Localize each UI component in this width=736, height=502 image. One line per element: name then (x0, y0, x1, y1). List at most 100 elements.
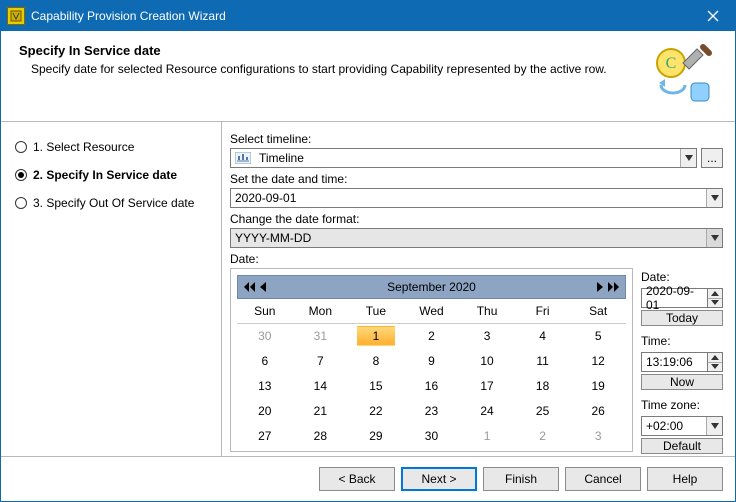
date-value: 2020-09-01 (646, 284, 703, 312)
time-value: 13:19:06 (646, 355, 693, 369)
calendar-next-year-button[interactable] (607, 282, 619, 292)
calendar-day[interactable]: 22 (348, 398, 404, 423)
calendar-day[interactable]: 12 (570, 348, 626, 373)
timeline-browse-button[interactable]: ... (701, 148, 723, 168)
wizard-step-1[interactable]: 1. Select Resource (15, 140, 207, 154)
default-button[interactable]: Default (641, 438, 723, 454)
timeline-value: Timeline (255, 151, 680, 165)
calendar-day[interactable]: 8 (459, 448, 515, 456)
page-description: Specify date for selected Resource confi… (19, 62, 647, 76)
time-spin-up[interactable] (708, 353, 722, 363)
calendar-prev-year-button[interactable] (244, 282, 256, 292)
calendar-weekday: Tue (348, 299, 404, 323)
calendar-day[interactable]: 9 (515, 448, 571, 456)
calendar-day[interactable]: 3 (459, 323, 515, 348)
radio-icon (15, 141, 27, 153)
next-button[interactable]: Next > (401, 467, 477, 491)
date-input[interactable]: 2020-09-01 (641, 288, 723, 308)
calendar-day[interactable]: 13 (237, 373, 293, 398)
calendar-day[interactable]: 28 (293, 423, 349, 448)
calendar-day[interactable]: 27 (237, 423, 293, 448)
wizard-step-2[interactable]: 2. Specify In Service date (15, 168, 207, 182)
today-button[interactable]: Today (641, 310, 723, 326)
calendar-day[interactable]: 26 (570, 398, 626, 423)
calendar-weekday: Wed (404, 299, 460, 323)
calendar-day[interactable]: 5 (293, 448, 349, 456)
wizard-step-label: 2. Specify In Service date (33, 168, 177, 182)
calendar-weekday: Fri (515, 299, 571, 323)
radio-icon (15, 169, 27, 181)
wizard-step-label: 1. Select Resource (33, 140, 134, 154)
calendar-day[interactable]: 1 (459, 423, 515, 448)
help-button[interactable]: Help (647, 467, 723, 491)
calendar-day[interactable]: 24 (459, 398, 515, 423)
date-spin-down[interactable] (708, 299, 722, 308)
calendar-day[interactable]: 20 (237, 398, 293, 423)
calendar-day[interactable]: 31 (293, 323, 349, 348)
calendar-day[interactable]: 4 (515, 323, 571, 348)
calendar-weekday: Sat (570, 299, 626, 323)
calendar-day[interactable]: 17 (459, 373, 515, 398)
calendar-day[interactable]: 7 (293, 348, 349, 373)
chevron-down-icon (706, 189, 722, 207)
calendar-weekday: Mon (293, 299, 349, 323)
calendar-day[interactable]: 14 (293, 373, 349, 398)
now-button[interactable]: Now (641, 374, 723, 390)
calendar-day[interactable]: 8 (348, 348, 404, 373)
calendar-day[interactable]: 10 (570, 448, 626, 456)
finish-button[interactable]: Finish (483, 467, 559, 491)
calendar-prev-month-button[interactable] (260, 282, 267, 292)
calendar-day[interactable]: 25 (515, 398, 571, 423)
timeline-select[interactable]: Timeline (230, 148, 697, 168)
close-button[interactable] (691, 1, 735, 31)
wizard-step-label: 3. Specify Out Of Service date (33, 196, 194, 210)
timeline-icon (235, 151, 251, 165)
calendar-day[interactable]: 29 (348, 423, 404, 448)
wizard-header-icon: C (647, 43, 717, 107)
calendar-day[interactable]: 2 (515, 423, 571, 448)
header-pane: Specify In Service date Specify date for… (1, 31, 735, 121)
cancel-button[interactable]: Cancel (565, 467, 641, 491)
back-button[interactable]: < Back (319, 467, 395, 491)
calendar-day[interactable]: 3 (570, 423, 626, 448)
calendar-day[interactable]: 16 (404, 373, 460, 398)
side-tz-label: Time zone: (641, 398, 723, 412)
wizard-step-3[interactable]: 3. Specify Out Of Service date (15, 196, 207, 210)
side-time-label: Time: (641, 334, 723, 348)
calendar-day[interactable]: 30 (237, 323, 293, 348)
timezone-value: +02:00 (642, 419, 706, 433)
radio-icon (15, 197, 27, 209)
time-input[interactable]: 13:19:06 (641, 352, 723, 372)
calendar-day[interactable]: 6 (348, 448, 404, 456)
titlebar: Capability Provision Creation Wizard (1, 1, 735, 31)
format-select[interactable]: YYYY-MM-DD (230, 228, 723, 248)
calendar-day[interactable]: 1 (348, 323, 404, 348)
format-value: YYYY-MM-DD (231, 231, 706, 245)
calendar-day[interactable]: 10 (459, 348, 515, 373)
datetime-select[interactable]: 2020-09-01 (230, 188, 723, 208)
calendar-day[interactable]: 18 (515, 373, 571, 398)
calendar-day[interactable]: 6 (237, 348, 293, 373)
calendar-day[interactable]: 4 (237, 448, 293, 456)
calendar-month-title[interactable]: September 2020 (278, 280, 585, 294)
timeline-label: Select timeline: (230, 132, 723, 146)
calendar-day[interactable]: 9 (404, 348, 460, 373)
app-icon (7, 7, 25, 25)
calendar-day[interactable]: 7 (404, 448, 460, 456)
calendar: September 2020 SunMonTueWedThuFriSat (230, 268, 633, 452)
date-spin-up[interactable] (708, 289, 722, 299)
calendar-day[interactable]: 11 (515, 348, 571, 373)
calendar-day[interactable]: 19 (570, 373, 626, 398)
calendar-day[interactable]: 15 (348, 373, 404, 398)
timezone-select[interactable]: +02:00 (641, 416, 723, 436)
calendar-day[interactable]: 21 (293, 398, 349, 423)
datetime-label: Set the date and time: (230, 172, 723, 186)
format-label: Change the date format: (230, 212, 723, 226)
calendar-next-month-button[interactable] (596, 282, 603, 292)
calendar-day[interactable]: 2 (404, 323, 460, 348)
time-spin-down[interactable] (708, 363, 722, 372)
calendar-day[interactable]: 5 (570, 323, 626, 348)
calendar-day[interactable]: 23 (404, 398, 460, 423)
page-title: Specify In Service date (19, 43, 647, 58)
calendar-day[interactable]: 30 (404, 423, 460, 448)
